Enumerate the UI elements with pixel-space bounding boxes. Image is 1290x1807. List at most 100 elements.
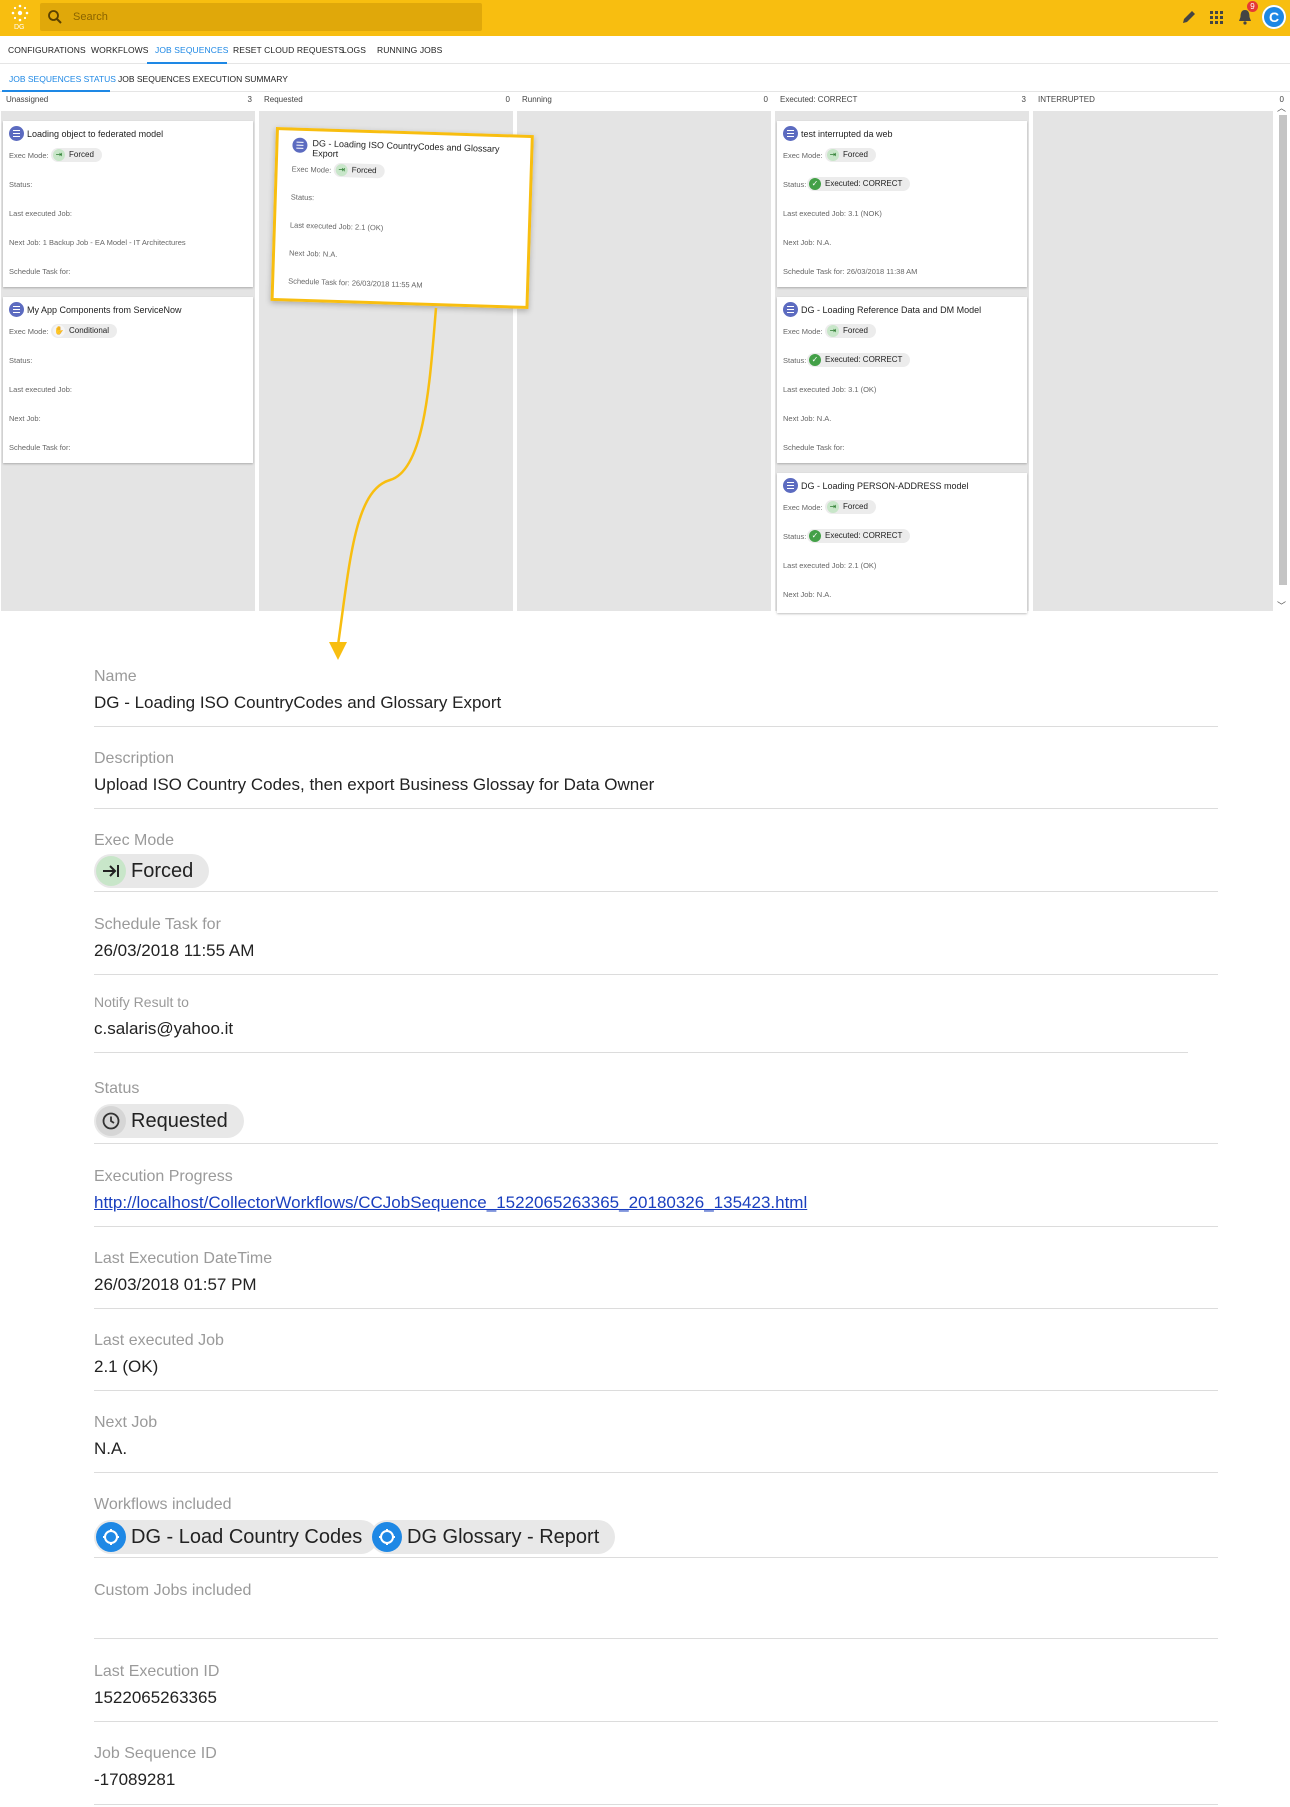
- sub-nav: JOB SEQUENCES STATUS JOB SEQUENCES EXECU…: [0, 64, 1290, 92]
- column-title: Unassigned: [6, 95, 49, 104]
- last-job-field: Last executed Job 2.1 (OK): [94, 1332, 1218, 1391]
- next-job-row: Next Job: 1 Backup Job - EA Model - IT A…: [9, 238, 186, 247]
- search-icon: [48, 10, 62, 24]
- tab-reset-cloud-requests[interactable]: RESET CLOUD REQUESTS: [233, 45, 344, 55]
- pencil-icon[interactable]: [1180, 8, 1198, 26]
- tab-configurations[interactable]: CONFIGURATIONS: [8, 45, 86, 55]
- tab-running-jobs[interactable]: RUNNING JOBS: [377, 45, 442, 55]
- status-label: Status:: [290, 192, 315, 203]
- schedule-label: Schedule Task for:: [9, 443, 71, 452]
- job-card[interactable]: test interrupted da web Exec Mode: ⇥ Forc…: [777, 121, 1027, 287]
- card-title: Loading object to federated model: [27, 129, 164, 139]
- active-subtab-indicator: [2, 90, 110, 92]
- workflow-chip[interactable]: DG - Load Country Codes: [94, 1520, 379, 1554]
- progress-link[interactable]: http://localhost/CollectorWorkflows/CCJo…: [94, 1193, 807, 1213]
- forced-arrow-icon: [96, 856, 126, 886]
- scroll-up-icon[interactable]: ︿: [1277, 101, 1286, 114]
- tab-logs[interactable]: LOGS: [342, 45, 366, 55]
- tab-job-sequences[interactable]: JOB SEQUENCES: [155, 45, 229, 55]
- tab-workflows[interactable]: WORKFLOWS: [91, 45, 149, 55]
- column-interrupted: [1033, 111, 1273, 611]
- job-sequence-id-field: Job Sequence ID -17089281: [94, 1745, 1218, 1805]
- name-label: Name: [94, 668, 137, 685]
- exec-mode-chip: Forced: [94, 854, 210, 888]
- job-card[interactable]: DG - Loading PERSON-ADDRESS model Exec M…: [777, 473, 1027, 613]
- workflows-label: Workflows included: [94, 1496, 232, 1513]
- custom-jobs-field: Custom Jobs included: [94, 1582, 1218, 1639]
- hand-icon: ✋: [53, 325, 65, 337]
- next-job-row: Next Job: N.A.: [783, 590, 832, 599]
- avatar[interactable]: C: [1262, 5, 1286, 29]
- notify-field[interactable]: Notify Result to c.salaris@yahoo.it: [94, 994, 1188, 1053]
- exec-mode-label: Exec Mode:: [9, 151, 49, 160]
- job-card[interactable]: Loading object to federated model Exec M…: [3, 121, 253, 287]
- status-label: Status:: [9, 356, 33, 365]
- logo-icon[interactable]: DG: [8, 2, 32, 32]
- column-running: [517, 111, 771, 611]
- name-value: DG - Loading ISO CountryCodes and Glossa…: [94, 693, 502, 712]
- status-chip: ✓ Executed: CORRECT: [807, 177, 911, 191]
- column-header-interrupted: INTERRUPTED 0: [1038, 95, 1284, 109]
- column-count: 0: [505, 95, 510, 104]
- board-scrollbar[interactable]: ︿ ﹀: [1276, 101, 1288, 611]
- next-job-value: N.A.: [322, 249, 338, 259]
- card-title: test interrupted da web: [801, 129, 893, 139]
- status-field: Status Requested: [94, 1080, 1218, 1144]
- next-job-row: Next Job: N.A.: [783, 414, 832, 423]
- status-label: Status:: [783, 356, 807, 365]
- column-title: Executed: CORRECT: [780, 95, 858, 104]
- column-count: 3: [247, 95, 252, 104]
- next-job-row: Next Job: N.A.: [288, 248, 338, 259]
- status-label: Status:: [9, 180, 33, 189]
- description-value: Upload ISO Country Codes, then export Bu…: [94, 775, 655, 794]
- search-box[interactable]: Search: [40, 3, 482, 31]
- schedule-value: 26/03/2018 11:55 AM: [351, 278, 423, 290]
- highlighted-job-card[interactable]: DG - Loading ISO CountryCodes and Glossa…: [270, 127, 534, 310]
- schedule-label: Schedule Task for:: [783, 443, 845, 452]
- workflow-icon: [96, 1522, 126, 1552]
- last-job-label: Last executed Job: [94, 1332, 224, 1349]
- list-icon: [292, 137, 308, 153]
- forced-arrow-icon: ⇥: [827, 325, 839, 337]
- column-count: 3: [1021, 95, 1026, 104]
- notify-value[interactable]: c.salaris@yahoo.it: [94, 1019, 233, 1039]
- job-sequence-id-label: Job Sequence ID: [94, 1745, 217, 1762]
- search-input[interactable]: Search: [73, 11, 108, 23]
- exec-mode-label: Exec Mode:: [291, 164, 332, 175]
- last-exec-datetime-value: 26/03/2018 01:57 PM: [94, 1275, 257, 1294]
- schedule-value: 26/03/2018 11:55 AM: [94, 941, 255, 960]
- logo-text: DG: [14, 24, 25, 31]
- workflow-chip[interactable]: DG Glossary - Report: [370, 1520, 616, 1554]
- status-chip: ✓ Executed: CORRECT: [807, 529, 911, 543]
- apps-grid-icon[interactable]: [1207, 8, 1225, 26]
- scrollbar-thumb[interactable]: [1279, 115, 1287, 585]
- scroll-down-icon[interactable]: ﹀: [1277, 599, 1286, 612]
- status-label: Status:: [783, 180, 807, 189]
- exec-mode-label: Exec Mode:: [783, 503, 823, 512]
- last-job-row: Last executed Job: 2.1 (OK): [289, 220, 384, 233]
- column-title: Running: [522, 95, 552, 104]
- progress-label: Execution Progress: [94, 1168, 233, 1185]
- workflow-icon: [372, 1522, 402, 1552]
- description-field: Description Upload ISO Country Codes, th…: [94, 750, 1218, 809]
- schedule-row: Schedule Task for: 26/03/2018 11:38 AM: [783, 267, 918, 276]
- tab-job-sequences-execution-summary[interactable]: JOB SEQUENCES EXECUTION SUMMARY: [118, 74, 288, 84]
- last-job-row: Last executed Job: 2.1 (OK): [783, 561, 877, 570]
- job-card[interactable]: DG - Loading Reference Data and DM Model…: [777, 297, 1027, 463]
- next-job-label: Next Job:: [9, 414, 41, 423]
- job-sequence-id-value: -17089281: [94, 1770, 176, 1789]
- clock-icon: [96, 1106, 126, 1136]
- status-chip: ✓ Executed: CORRECT: [807, 353, 911, 367]
- exec-mode-label: Exec Mode:: [9, 327, 49, 336]
- name-field: Name DG - Loading ISO CountryCodes and G…: [94, 668, 1218, 727]
- tab-job-sequences-status[interactable]: JOB SEQUENCES STATUS: [9, 74, 116, 84]
- status-chip: Requested: [94, 1104, 244, 1138]
- list-icon: [783, 478, 798, 493]
- schedule-field: Schedule Task for 26/03/2018 11:55 AM: [94, 916, 1218, 975]
- check-icon: ✓: [809, 530, 821, 542]
- last-job-row: Last executed Job: 3.1 (NOK): [783, 209, 882, 218]
- last-job-label: Last executed Job:: [9, 385, 72, 394]
- last-job-value: 3.1 (OK): [848, 385, 877, 394]
- job-card[interactable]: My App Components from ServiceNow Exec M…: [3, 297, 253, 463]
- top-app-bar: DG Search 9 C: [0, 0, 1290, 36]
